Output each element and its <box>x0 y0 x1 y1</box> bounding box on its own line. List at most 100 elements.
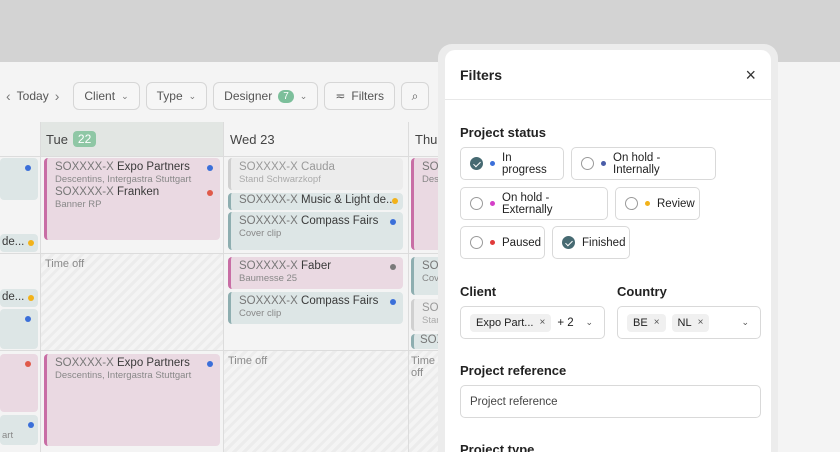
radio-checked-icon <box>562 236 575 249</box>
radio-icon <box>581 157 594 170</box>
day-label: Wed 23 <box>230 131 275 147</box>
event-title: Expo Partners <box>117 357 190 369</box>
event-subtitle: Desc <box>422 174 444 185</box>
event-card[interactable]: SOXXXX-X Expo Partners Descentins, Inter… <box>44 354 220 446</box>
country-select[interactable]: BE × NL × ⌄ <box>617 306 761 339</box>
designer-dropdown-label: Designer <box>224 89 273 103</box>
client-dropdown[interactable]: Client ⌄ <box>73 82 140 110</box>
event-subtitle: Cove <box>422 273 445 284</box>
event-subtitle: Stan <box>422 315 442 326</box>
designer-count-badge: 7 <box>278 89 294 103</box>
chevron-down-icon: ⌄ <box>585 317 593 327</box>
event-title: Expo Partners <box>117 161 190 173</box>
grid-divider <box>0 156 440 157</box>
event-card[interactable]: SOXXXX-X Compass Fairs Cover clip <box>228 212 403 250</box>
status-label: Paused <box>502 236 542 249</box>
client-tag: Expo Part... × <box>470 313 552 332</box>
status-dot <box>25 361 31 367</box>
event-code: SOXXXX-X <box>55 161 114 173</box>
search-icon: ⌕ <box>411 88 419 103</box>
radio-checked-icon <box>470 157 483 170</box>
day-label: Tue <box>46 131 68 147</box>
project-reference-input[interactable]: Project reference <box>460 385 761 418</box>
column-header-wed: Wed 23 <box>224 122 408 156</box>
filters-panel: Filters × Project status In progress On … <box>445 50 771 452</box>
status-label: In progress <box>502 151 547 176</box>
status-dot <box>645 201 650 206</box>
status-label: On hold - Internally <box>613 151 661 176</box>
status-dot <box>28 240 34 246</box>
event-code: SOXXXX-X <box>239 161 298 173</box>
filters-header: Filters × <box>445 50 771 100</box>
event-card[interactable]: SOXXXX-X Faber Baumesse 25 <box>228 257 403 289</box>
status-dot <box>390 299 396 305</box>
status-dot <box>207 361 213 367</box>
status-dot <box>490 240 495 245</box>
status-dot <box>28 295 34 301</box>
radio-icon <box>470 197 483 210</box>
event-card[interactable] <box>0 309 38 349</box>
status-dot <box>601 161 606 166</box>
status-chip-on-hold-externally[interactable]: On hold - Externally <box>460 187 608 220</box>
event-subtitle: Banner RP <box>55 199 102 210</box>
remove-tag-icon[interactable]: × <box>654 317 660 328</box>
tag-label: Expo Part... <box>476 316 534 329</box>
type-dropdown[interactable]: Type ⌄ <box>145 82 208 110</box>
event-title: Franken <box>117 186 160 198</box>
event-card[interactable] <box>0 158 38 200</box>
status-chip-on-hold-internally[interactable]: On hold - Internally <box>571 147 716 180</box>
remove-tag-icon[interactable]: × <box>539 317 545 328</box>
chevron-down-icon: ⌄ <box>121 90 129 101</box>
status-dot <box>392 198 398 204</box>
status-chip-paused[interactable]: Paused <box>460 226 545 259</box>
event-card[interactable]: art <box>0 415 38 445</box>
chevron-down-icon: ⌄ <box>741 317 749 327</box>
event-code: SOXXXX-X <box>239 194 298 206</box>
designer-dropdown[interactable]: Designer 7 ⌄ <box>213 82 319 110</box>
column-header-tue: Tue 22 <box>40 122 223 156</box>
client-select[interactable]: Expo Part... × + 2 ⌄ <box>460 306 605 339</box>
close-icon[interactable]: × <box>745 66 756 84</box>
event-subtitle: Cover clip <box>239 308 282 319</box>
country-tag: NL × <box>671 313 710 332</box>
status-dot <box>490 161 495 166</box>
status-chip-finished[interactable]: Finished <box>552 226 630 259</box>
status-dot <box>390 219 396 225</box>
today-button[interactable]: Today <box>17 89 49 103</box>
status-chip-in-progress[interactable]: In progress <box>460 147 564 180</box>
next-arrow-icon[interactable]: › <box>55 88 60 104</box>
event-title: Cauda <box>301 161 335 173</box>
event-code: SOXXXX-X <box>239 260 298 272</box>
remove-tag-icon[interactable]: × <box>698 317 704 328</box>
status-dot <box>28 422 34 428</box>
event-card[interactable]: SOXXXX-X Expo Partners Descentins, Inter… <box>44 158 220 240</box>
event-subtitle: art <box>2 430 14 441</box>
status-chip-review[interactable]: Review <box>615 187 700 220</box>
filters-button[interactable]: ≂ Filters <box>324 82 396 110</box>
event-card[interactable]: de... <box>0 289 38 307</box>
event-card[interactable]: de... <box>0 234 38 252</box>
status-label: On hold - Externally <box>502 191 553 216</box>
search-button[interactable]: ⌕ <box>401 82 430 110</box>
project-status-label: Project status <box>460 125 546 140</box>
event-subtitle: Cover clip <box>239 228 282 239</box>
prev-arrow-icon[interactable]: ‹ <box>6 88 11 104</box>
status-dot <box>207 190 213 196</box>
radio-icon <box>625 197 638 210</box>
status-dot <box>25 316 31 322</box>
tag-label: NL <box>677 316 692 329</box>
filters-icon: ≂ <box>335 89 346 103</box>
today-badge: 22 <box>72 131 97 147</box>
event-card[interactable]: SOXXXX-X Music & Light de... <box>228 193 403 210</box>
event-card[interactable]: SOXXXX-X Compass Fairs Cover clip <box>228 292 403 324</box>
filters-title: Filters <box>460 66 503 83</box>
project-type-label: Project type <box>460 442 535 452</box>
day-label: Thu <box>415 131 438 147</box>
country-label: Country <box>617 284 667 299</box>
tag-label: BE <box>633 316 648 329</box>
event-card[interactable]: SOXXXX-X Cauda Stand Schwarzkopf <box>228 158 403 190</box>
event-card[interactable] <box>0 354 38 412</box>
status-dot <box>207 165 213 171</box>
event-code: SOXXXX-X <box>55 357 114 369</box>
type-dropdown-label: Type <box>156 89 183 103</box>
